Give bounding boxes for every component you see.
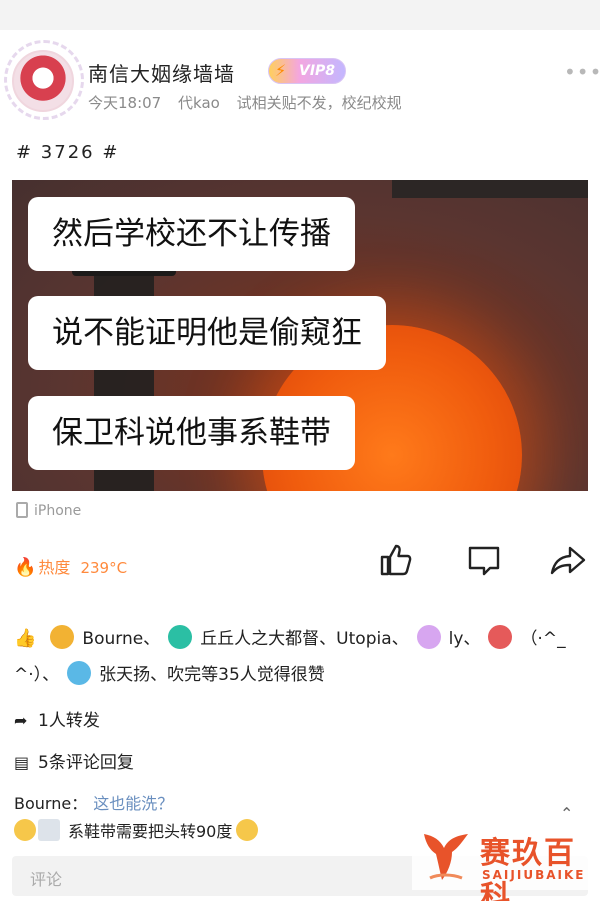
- likes-list-continued: ^·）、 张天扬、吹完等35人觉得很赞: [14, 660, 325, 685]
- watermark-logo-icon: [424, 834, 468, 880]
- like-button[interactable]: [376, 540, 416, 580]
- heat-value: 239°C: [80, 559, 128, 577]
- comment-input-placeholder: 评论: [30, 870, 63, 889]
- image-roof-silhouette: [392, 180, 588, 198]
- thumb-icon: 👍: [14, 628, 37, 649]
- liker-avatar[interactable]: [67, 661, 92, 685]
- comment-text: 这也能洗？: [93, 794, 174, 813]
- post-hashtag[interactable]: # 3726 #: [16, 142, 119, 163]
- liker-avatar[interactable]: [50, 625, 75, 649]
- share-icon: [550, 546, 586, 575]
- post-time: 今天18:07: [88, 94, 162, 112]
- comment-list-icon: ▤: [14, 753, 30, 772]
- image-text-bubble: 说不能证明他是偷窥狂: [28, 296, 386, 370]
- repost-count[interactable]: ➦ 1人转发: [14, 706, 100, 731]
- vip-badge[interactable]: ⚡ VIP8: [268, 58, 346, 84]
- comment-icon: [468, 546, 500, 576]
- watermark-title: 赛玖百科: [480, 836, 576, 901]
- post-poster: 代kao: [178, 94, 220, 112]
- image-text-bubble: 保卫科说他事系鞋带: [28, 396, 355, 470]
- comment-text: 系鞋带需要把头转90度: [68, 822, 233, 841]
- vip-label: VIP8: [299, 63, 336, 79]
- repost-text: 1人转发: [38, 711, 100, 731]
- liker-name[interactable]: （·^_: [520, 629, 565, 649]
- liker-name[interactable]: Bourne、: [82, 629, 160, 649]
- vip-bolt-icon: ⚡: [275, 61, 287, 80]
- post-meta: 今天18:07 代kao 试相关贴不发，校纪校规: [88, 92, 414, 113]
- comment-count-text: 5条评论回复: [38, 753, 134, 773]
- liker-avatar[interactable]: [488, 625, 513, 649]
- liker-name[interactable]: ^·）、: [14, 665, 59, 685]
- phone-icon: [16, 502, 28, 518]
- avatar[interactable]: [12, 50, 74, 112]
- repost-arrow-icon: ➦: [14, 711, 28, 730]
- fire-icon: 🔥: [14, 557, 37, 578]
- collapse-icon[interactable]: ⌃: [560, 804, 573, 823]
- likes-summary[interactable]: 张天扬、吹完等35人觉得很赞: [99, 665, 325, 685]
- share-button[interactable]: [548, 540, 588, 580]
- comment-item[interactable]: 系鞋带需要把头转90度: [14, 818, 259, 842]
- post-note: 试相关贴不发，校纪校规: [236, 94, 402, 112]
- commenter-image-avatar[interactable]: [38, 819, 60, 841]
- watermark-subtitle: SAIJIUBAIKE: [482, 868, 586, 882]
- laugh-emoji-icon: [236, 819, 259, 841]
- heat-label: 热度: [38, 558, 71, 577]
- comment-count[interactable]: ▤ 5条评论回复: [14, 748, 134, 773]
- heat-indicator: 🔥 热度 239°C: [14, 554, 127, 578]
- status-bar: [0, 0, 600, 30]
- device-label: iPhone: [34, 503, 82, 519]
- device-source: iPhone: [16, 502, 81, 519]
- comment-button[interactable]: [464, 540, 504, 580]
- liker-name[interactable]: ly、: [449, 629, 481, 649]
- likes-list: 👍 Bourne、 丘丘人之大都督、Utopia、 ly、 （·^_: [14, 624, 566, 649]
- watermark: 赛玖百科 SAIJIUBAIKE: [412, 822, 600, 901]
- account-name[interactable]: 南信大姻缘墙墙: [88, 58, 235, 87]
- commenter-emoji-avatar[interactable]: [14, 819, 36, 841]
- like-icon: [380, 544, 412, 576]
- post-image[interactable]: 然后学校还不让传播 说不能证明他是偷窥狂 保卫科说他事系鞋带: [12, 180, 588, 491]
- more-icon[interactable]: •••: [564, 60, 600, 84]
- image-text-bubble: 然后学校还不让传播: [28, 197, 355, 271]
- liker-name[interactable]: 丘丘人之大都督、Utopia、: [200, 629, 408, 649]
- comment-item[interactable]: Bourne： 这也能洗？: [14, 790, 173, 814]
- liker-avatar[interactable]: [168, 625, 193, 649]
- liker-avatar[interactable]: [416, 625, 441, 649]
- comment-user[interactable]: Bourne：: [14, 794, 87, 813]
